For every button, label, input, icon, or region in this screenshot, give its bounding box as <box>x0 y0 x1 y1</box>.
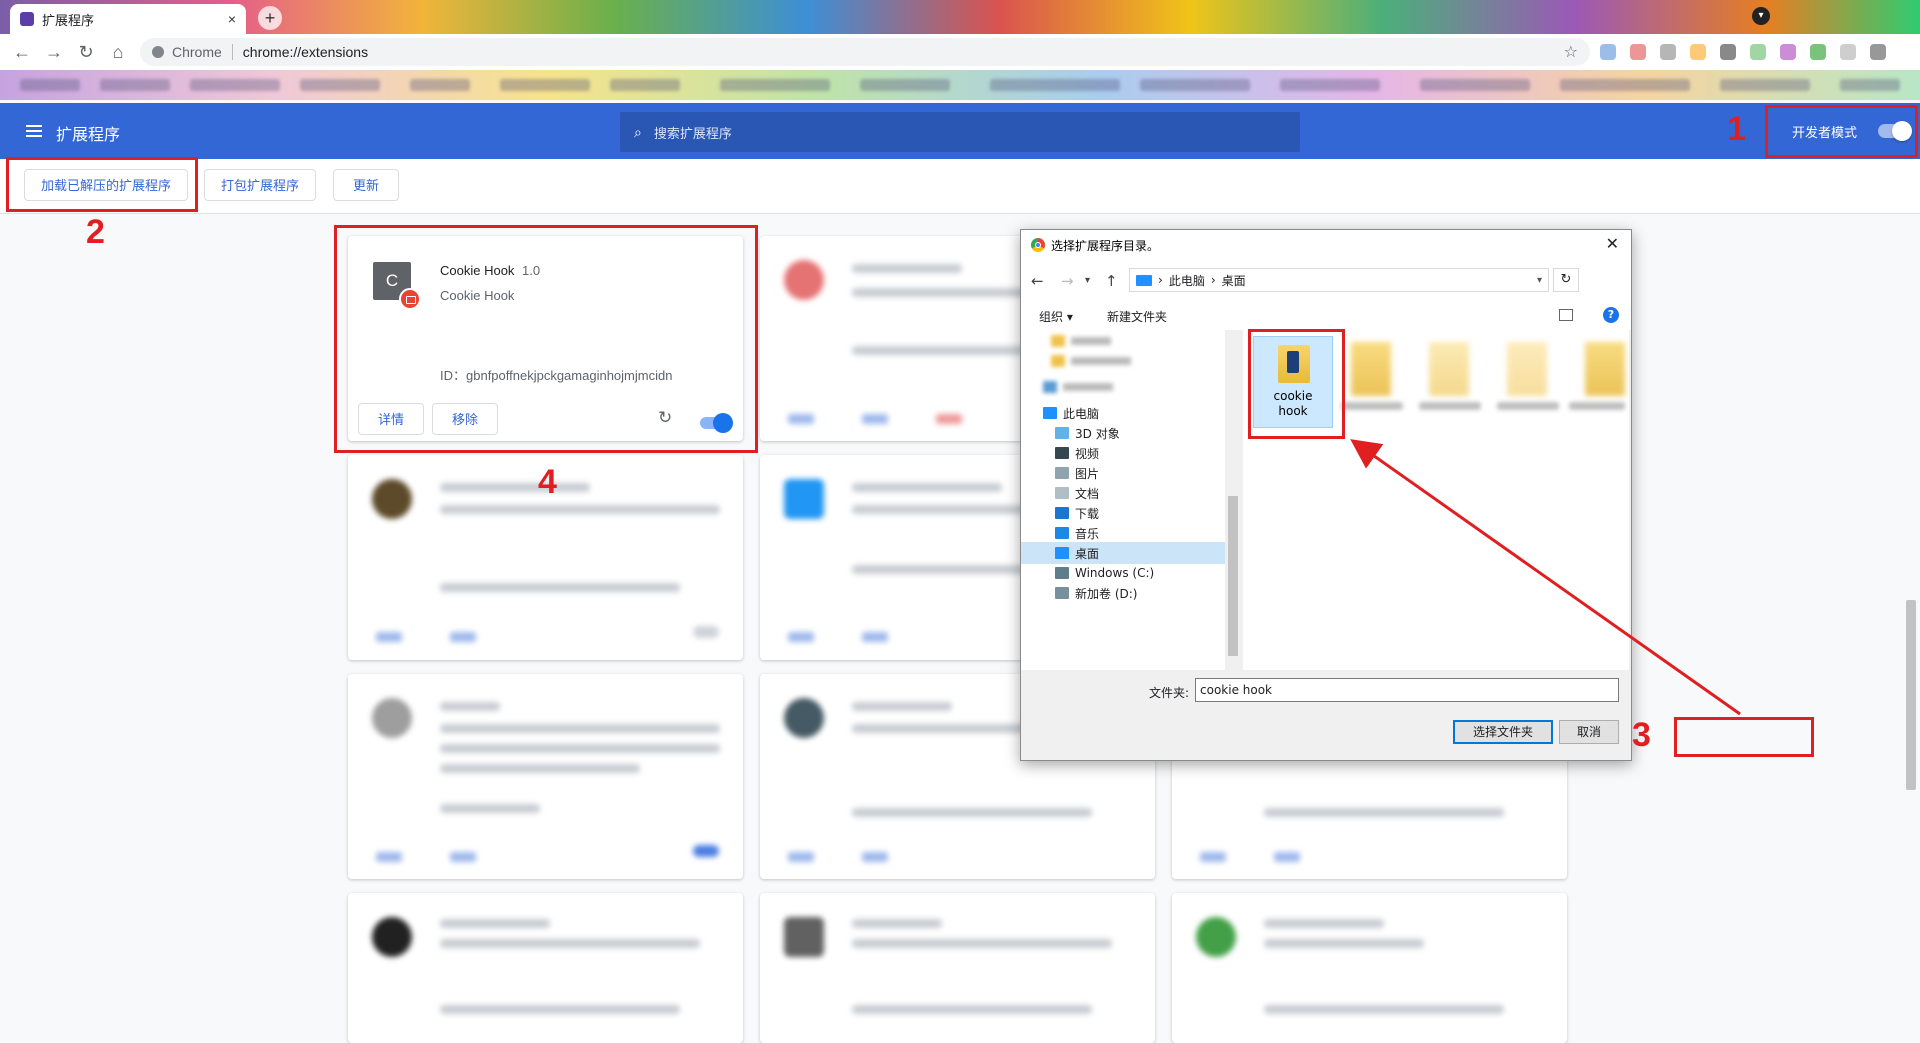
annotation-arrow <box>1350 439 1741 716</box>
